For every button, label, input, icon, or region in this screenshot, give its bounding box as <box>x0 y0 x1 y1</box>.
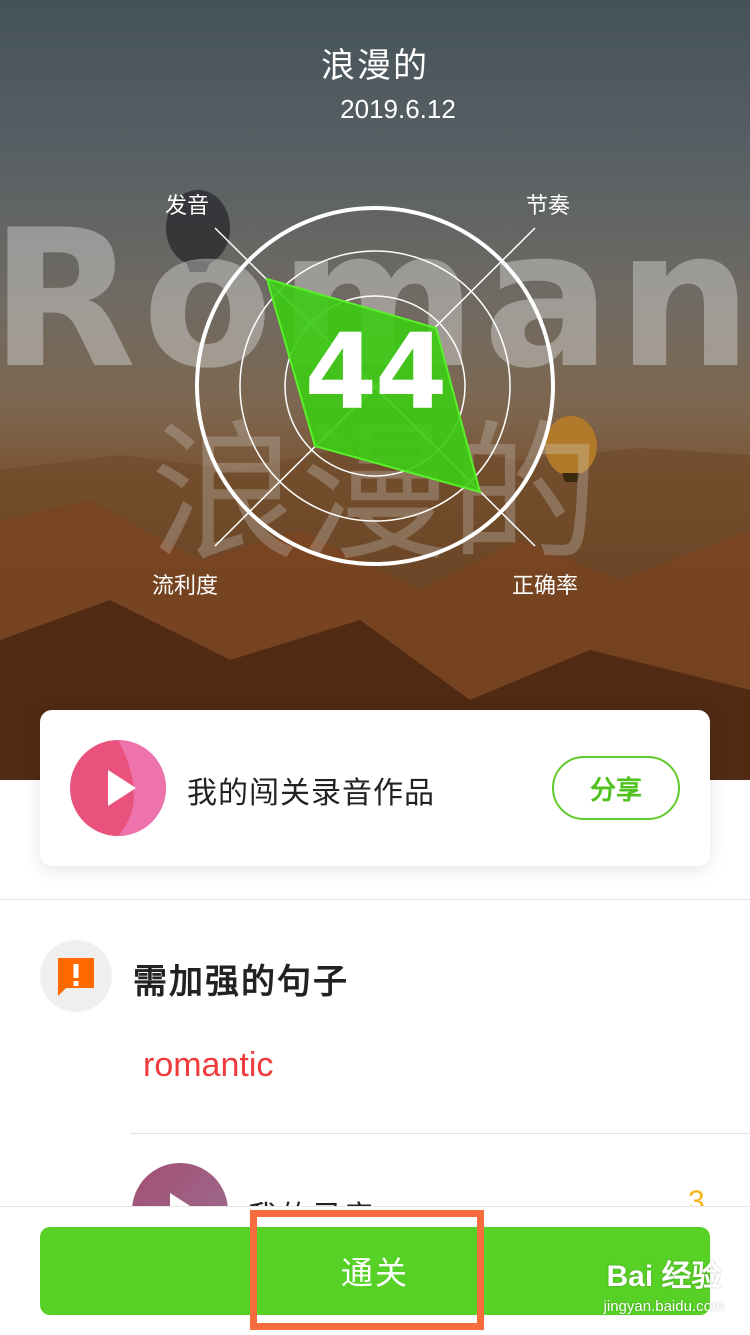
recording-work-card[interactable]: 我的闯关录音作品 分享 <box>40 710 710 866</box>
radar-label-rhythm: 节奏 <box>526 194 571 219</box>
recording-card-title: 我的闯关录音作品 <box>187 776 435 811</box>
weak-sentences-title: 需加强的句子 <box>133 962 349 1002</box>
list-divider <box>130 1133 750 1134</box>
baidu-jingyan-watermark: Bai 经验 jingyan.baidu.com <box>578 1260 750 1316</box>
play-icon[interactable] <box>70 740 166 836</box>
warning-icon <box>40 940 112 1012</box>
hero-banner: Romantic 浪漫的 浪漫的 2019.6.12 发音 节奏 流利度 正确率… <box>0 0 750 780</box>
weak-sentence-item[interactable]: romantic <box>143 1046 273 1085</box>
radar-label-accuracy: 正确率 <box>512 574 579 599</box>
radar-label-fluency: 流利度 <box>152 574 219 599</box>
watermark-url: jingyan.baidu.com <box>603 1298 725 1315</box>
radar-label-pronunciation: 发音 <box>165 194 210 219</box>
total-score: 44 <box>304 311 448 433</box>
section-divider <box>0 899 750 900</box>
watermark-logo: Bai 经验 <box>606 1260 722 1293</box>
share-button[interactable]: 分享 <box>552 756 680 820</box>
